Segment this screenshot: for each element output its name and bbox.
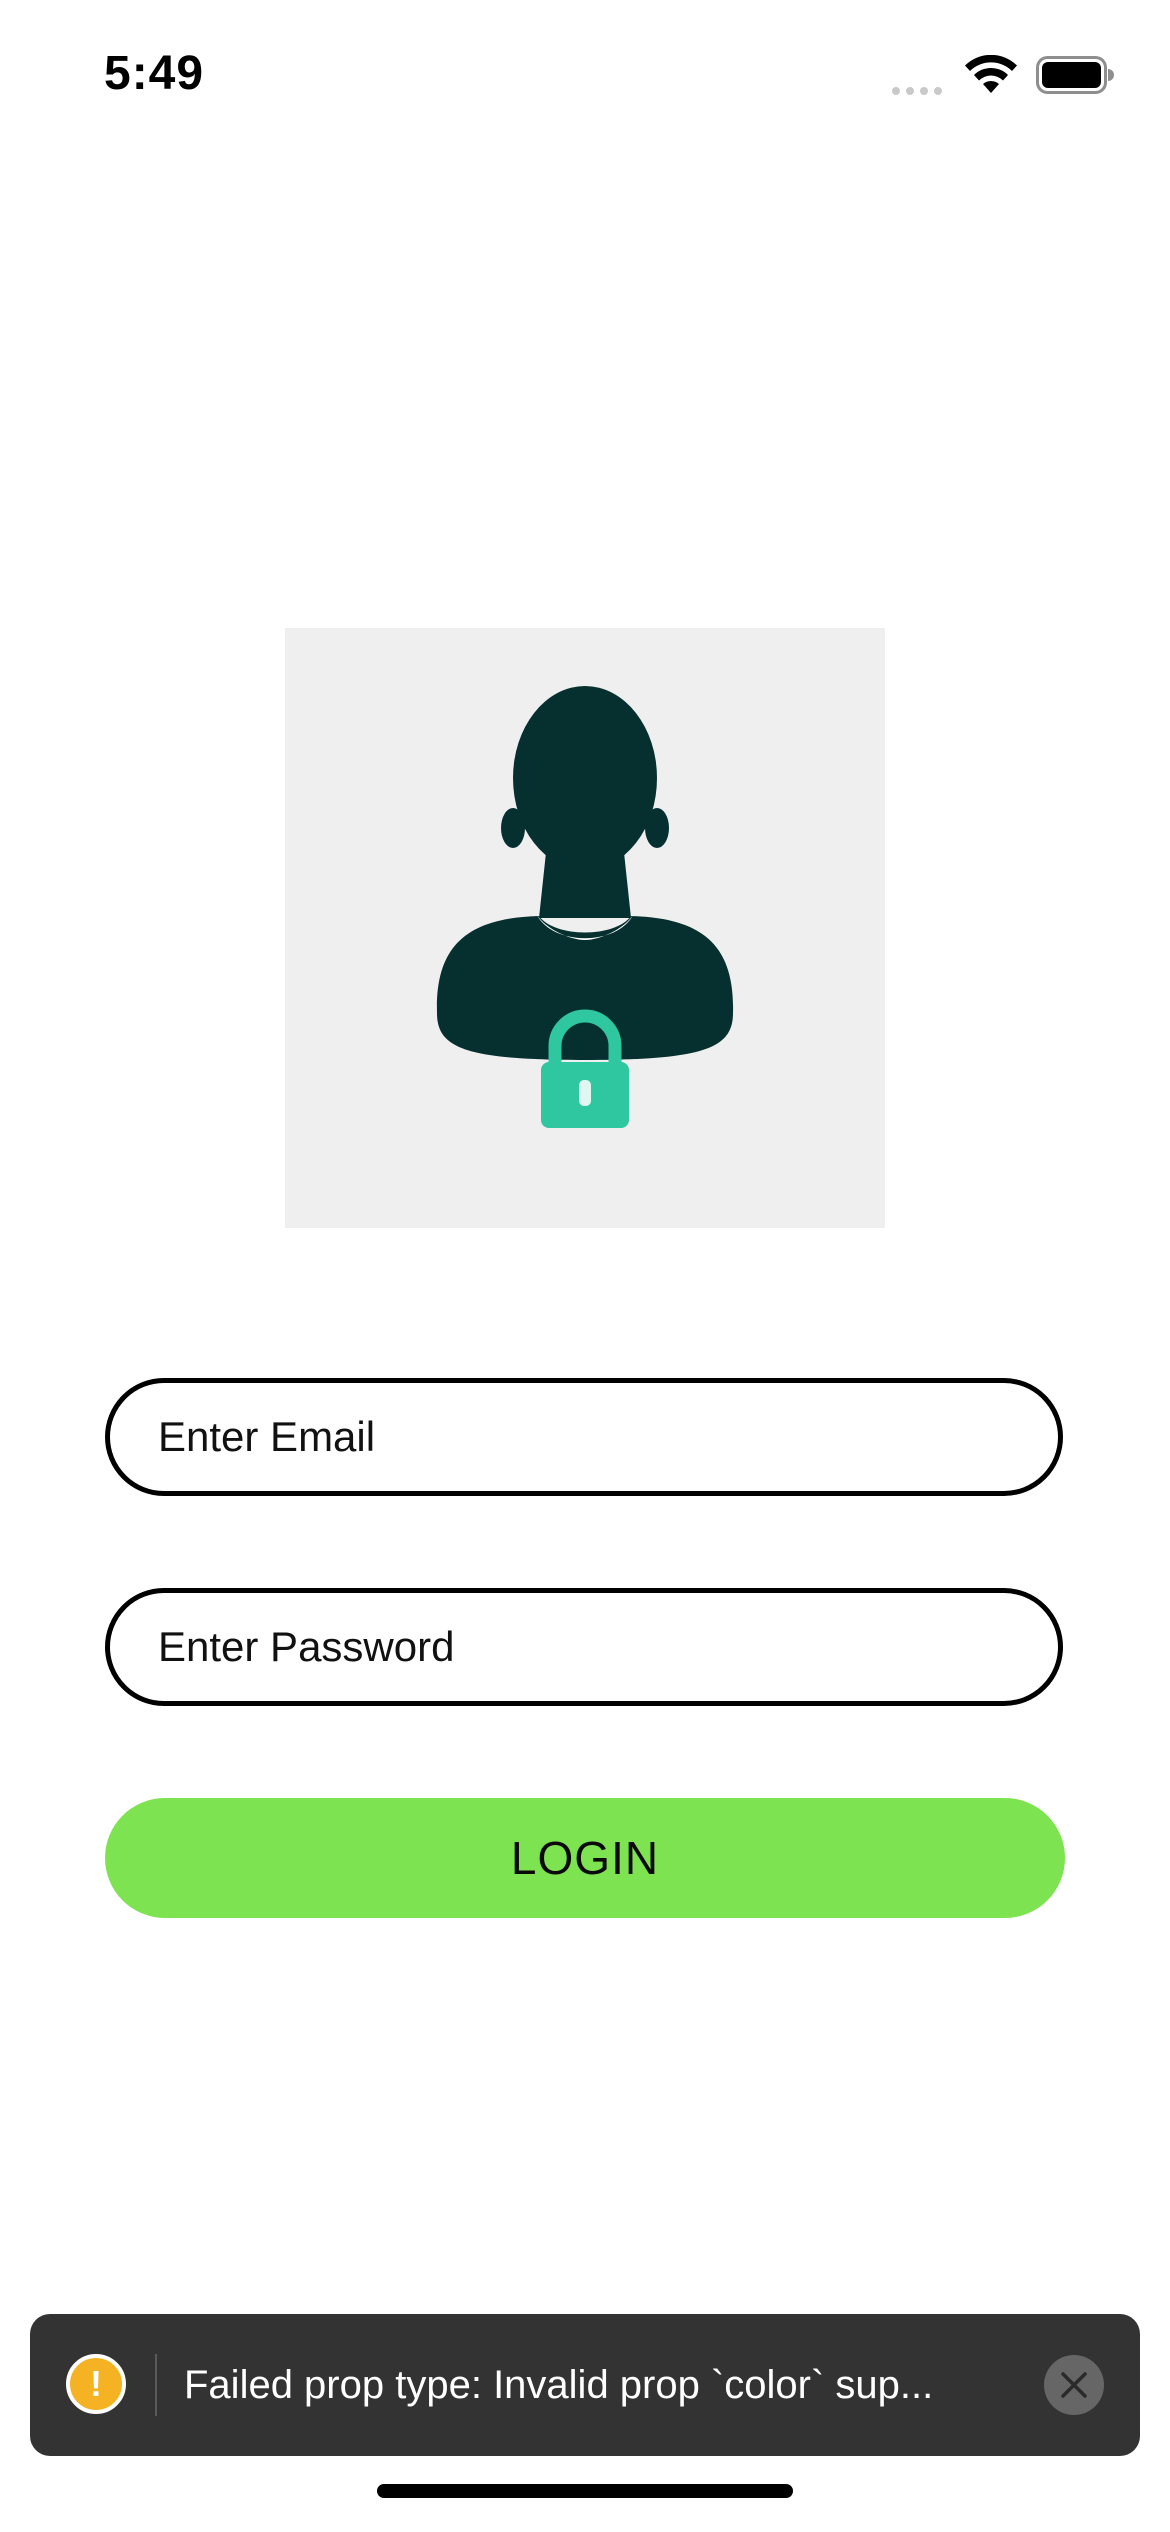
wifi-icon bbox=[965, 55, 1017, 93]
status-time: 5:49 bbox=[104, 47, 205, 100]
user-lock-icon bbox=[436, 686, 734, 1128]
toast-message[interactable]: Failed prop type: Invalid prop `color` s… bbox=[184, 2314, 1040, 2456]
toast-close-button[interactable] bbox=[1044, 2355, 1104, 2415]
toast-divider bbox=[155, 2354, 157, 2416]
email-field[interactable] bbox=[105, 1378, 1063, 1496]
status-bar: 5:49 bbox=[0, 0, 1170, 150]
cellular-signal-icon bbox=[892, 55, 942, 95]
password-field[interactable] bbox=[105, 1588, 1063, 1706]
password-input[interactable] bbox=[158, 1593, 1018, 1701]
status-icons bbox=[892, 50, 1114, 100]
close-icon bbox=[1061, 2372, 1087, 2398]
warning-icon: ! bbox=[66, 2354, 126, 2414]
home-indicator[interactable] bbox=[377, 2484, 793, 2498]
login-button[interactable]: LOGIN bbox=[105, 1798, 1065, 1918]
email-input[interactable] bbox=[158, 1383, 1018, 1491]
battery-icon bbox=[1036, 56, 1114, 94]
warning-toast[interactable]: ! Failed prop type: Invalid prop `color`… bbox=[30, 2314, 1140, 2456]
user-avatar-image bbox=[285, 628, 885, 1228]
